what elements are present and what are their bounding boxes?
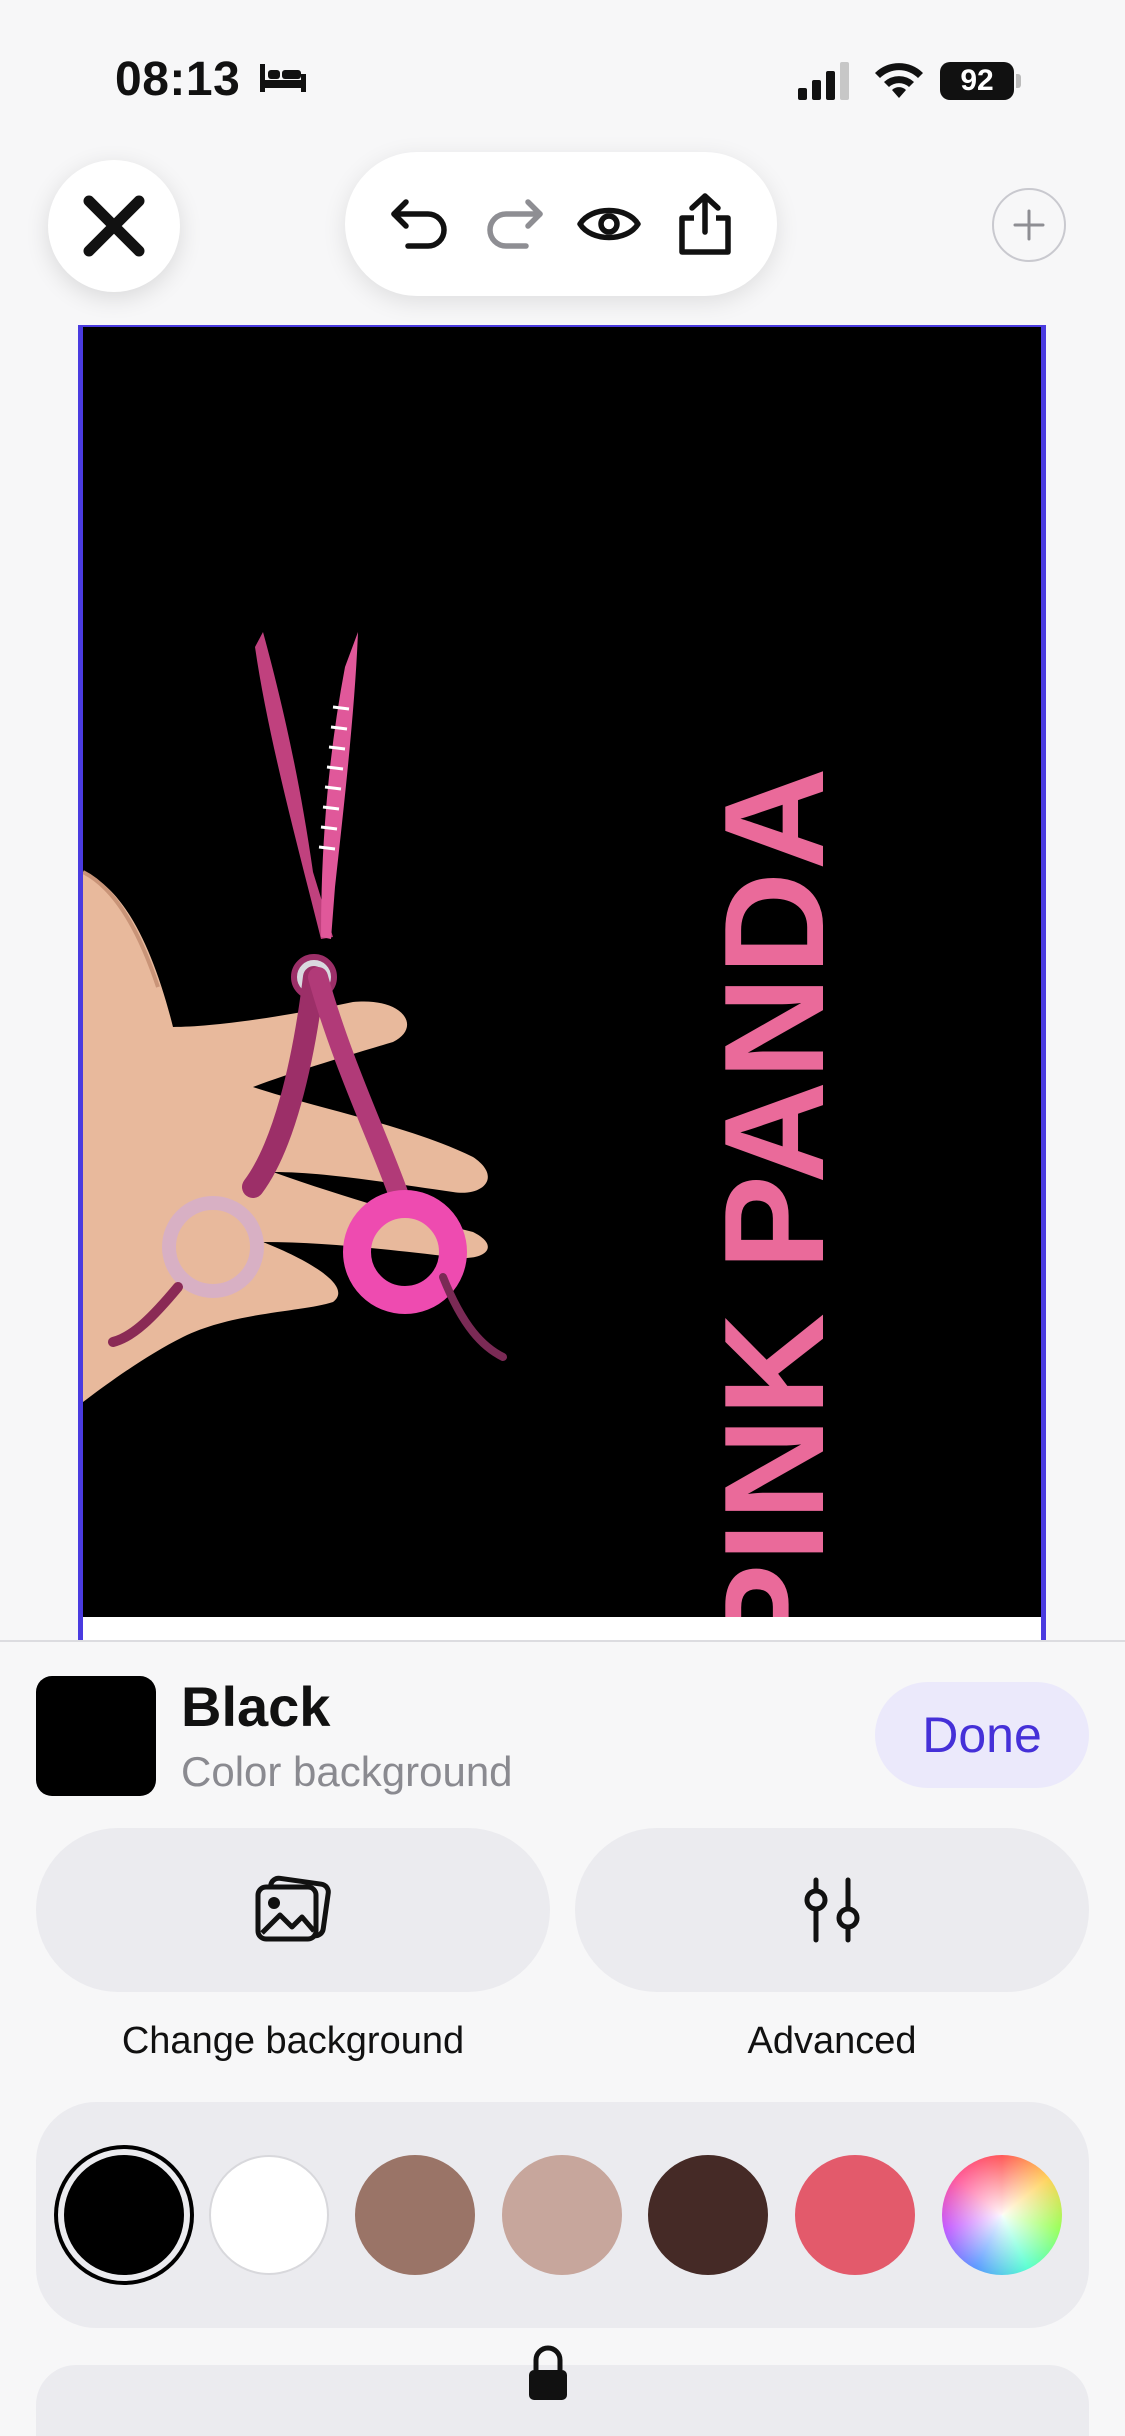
redo-button[interactable] — [483, 192, 547, 256]
color-swatch-black[interactable] — [64, 2155, 184, 2275]
share-icon — [679, 193, 731, 255]
undo-button[interactable] — [387, 192, 451, 256]
advanced-label: Advanced — [747, 2020, 917, 2062]
color-swatch-brown[interactable] — [355, 2155, 475, 2275]
redo-icon — [487, 199, 543, 249]
close-button[interactable] — [48, 160, 180, 292]
color-picker-highlight — [942, 2155, 1062, 2275]
canvas-bottom-edge — [83, 1617, 1041, 1642]
color-swatch-red[interactable] — [795, 2155, 915, 2275]
signal-icon — [798, 62, 849, 100]
scissors-hand-photo[interactable] — [83, 327, 1041, 1617]
sliders-icon — [804, 1877, 860, 1943]
color-swatch-tan[interactable] — [502, 2155, 622, 2275]
color-swatch-dark-brown[interactable] — [648, 2155, 768, 2275]
canvas-selection-frame[interactable]: PINK PANDA — [78, 325, 1046, 1642]
brand-text[interactable]: PINK PANDA — [693, 765, 857, 1617]
plus-icon — [1013, 209, 1045, 241]
bed-icon — [260, 64, 306, 92]
preview-eye-icon — [577, 207, 641, 241]
lock-icon — [529, 2345, 567, 2400]
add-button[interactable] — [992, 188, 1066, 262]
close-icon — [83, 195, 145, 257]
preview-button[interactable] — [577, 192, 641, 256]
battery-tip — [1016, 74, 1021, 88]
edit-toolbar — [345, 152, 777, 296]
undo-icon — [391, 199, 447, 249]
change-background-label: Change background — [121, 2020, 465, 2062]
wifi-icon — [875, 63, 923, 98]
status-time: 08:13 — [115, 53, 241, 106]
background-title: Black — [181, 1675, 331, 1738]
status-bar: 08:13 92 — [0, 0, 1125, 150]
design-canvas[interactable]: PINK PANDA — [83, 327, 1041, 1617]
done-button[interactable]: Done — [875, 1682, 1089, 1788]
advanced-button[interactable] — [575, 1828, 1089, 1992]
share-button[interactable] — [673, 192, 737, 256]
photos-icon — [255, 1875, 331, 1942]
background-sheet: Black Color background Done Change backg… — [0, 1640, 1125, 2436]
color-palette — [36, 2102, 1089, 2328]
color-picker-rainbow[interactable] — [942, 2155, 1062, 2275]
battery-icon: 92 — [940, 62, 1014, 100]
current-color-swatch — [36, 1676, 156, 1796]
change-background-button[interactable] — [36, 1828, 550, 1992]
color-swatch-white[interactable] — [209, 2155, 329, 2275]
background-subtitle: Color background — [181, 1748, 513, 1795]
